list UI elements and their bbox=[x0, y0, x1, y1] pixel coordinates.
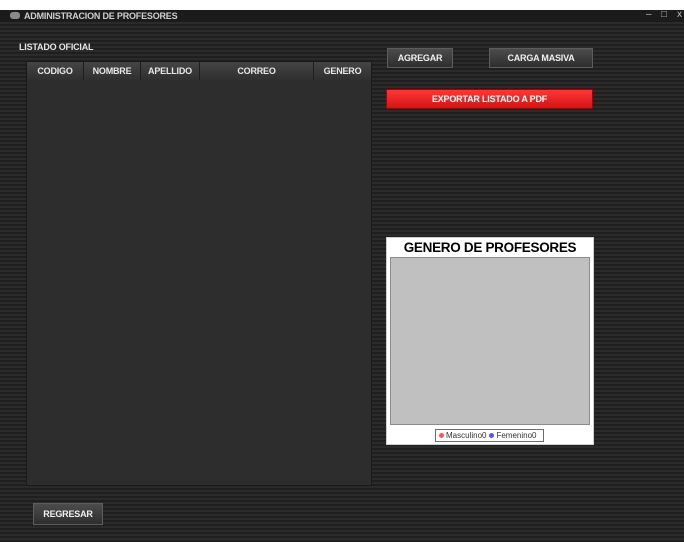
table-header: CODIGO NOMBRE APELLIDO CORREO GENERO bbox=[27, 62, 371, 80]
legend-item-masculino: Masculino0 bbox=[439, 431, 486, 440]
exportar-pdf-button[interactable]: EXPORTAR LISTADO A PDF bbox=[386, 89, 593, 109]
minimize-button[interactable]: – bbox=[646, 10, 652, 20]
legend-label-masculino: Masculino0 bbox=[446, 431, 487, 440]
chart-legend: Masculino0 Femenino0 bbox=[435, 429, 544, 442]
column-header-codigo[interactable]: CODIGO bbox=[27, 62, 84, 80]
column-header-genero[interactable]: GENERO bbox=[314, 62, 371, 80]
column-header-correo[interactable]: CORREO bbox=[200, 62, 314, 80]
column-header-apellido[interactable]: APELLIDO bbox=[141, 62, 200, 80]
genero-chart: GENERO DE PROFESORES Masculino0 Femenino… bbox=[386, 237, 594, 445]
maximize-button[interactable]: □ bbox=[661, 10, 667, 20]
app-icon bbox=[10, 12, 20, 19]
column-header-nombre[interactable]: NOMBRE bbox=[84, 62, 141, 80]
listado-label: LISTADO OFICIAL bbox=[19, 42, 94, 52]
agregar-button[interactable]: AGREGAR bbox=[387, 48, 453, 68]
regresar-button[interactable]: REGRESAR bbox=[33, 503, 103, 525]
legend-label-femenino: Femenino0 bbox=[496, 431, 537, 440]
legend-item-femenino: Femenino0 bbox=[489, 431, 537, 440]
close-button[interactable]: x bbox=[677, 10, 682, 20]
profesores-table[interactable]: CODIGO NOMBRE APELLIDO CORREO GENERO bbox=[27, 62, 371, 485]
main-window: ADMINISTRACION DE PROFESORES – □ x LISTA… bbox=[0, 10, 684, 542]
chart-title: GENERO DE PROFESORES bbox=[403, 240, 577, 255]
title-bar: ADMINISTRACION DE PROFESORES – □ x bbox=[0, 10, 684, 22]
masculino-legend-dot bbox=[439, 433, 444, 438]
carga-masiva-button[interactable]: CARGA MASIVA bbox=[489, 48, 593, 68]
window-title: ADMINISTRACION DE PROFESORES bbox=[24, 11, 178, 21]
femenino-legend-dot bbox=[489, 433, 495, 438]
chart-plot-area bbox=[390, 257, 590, 425]
